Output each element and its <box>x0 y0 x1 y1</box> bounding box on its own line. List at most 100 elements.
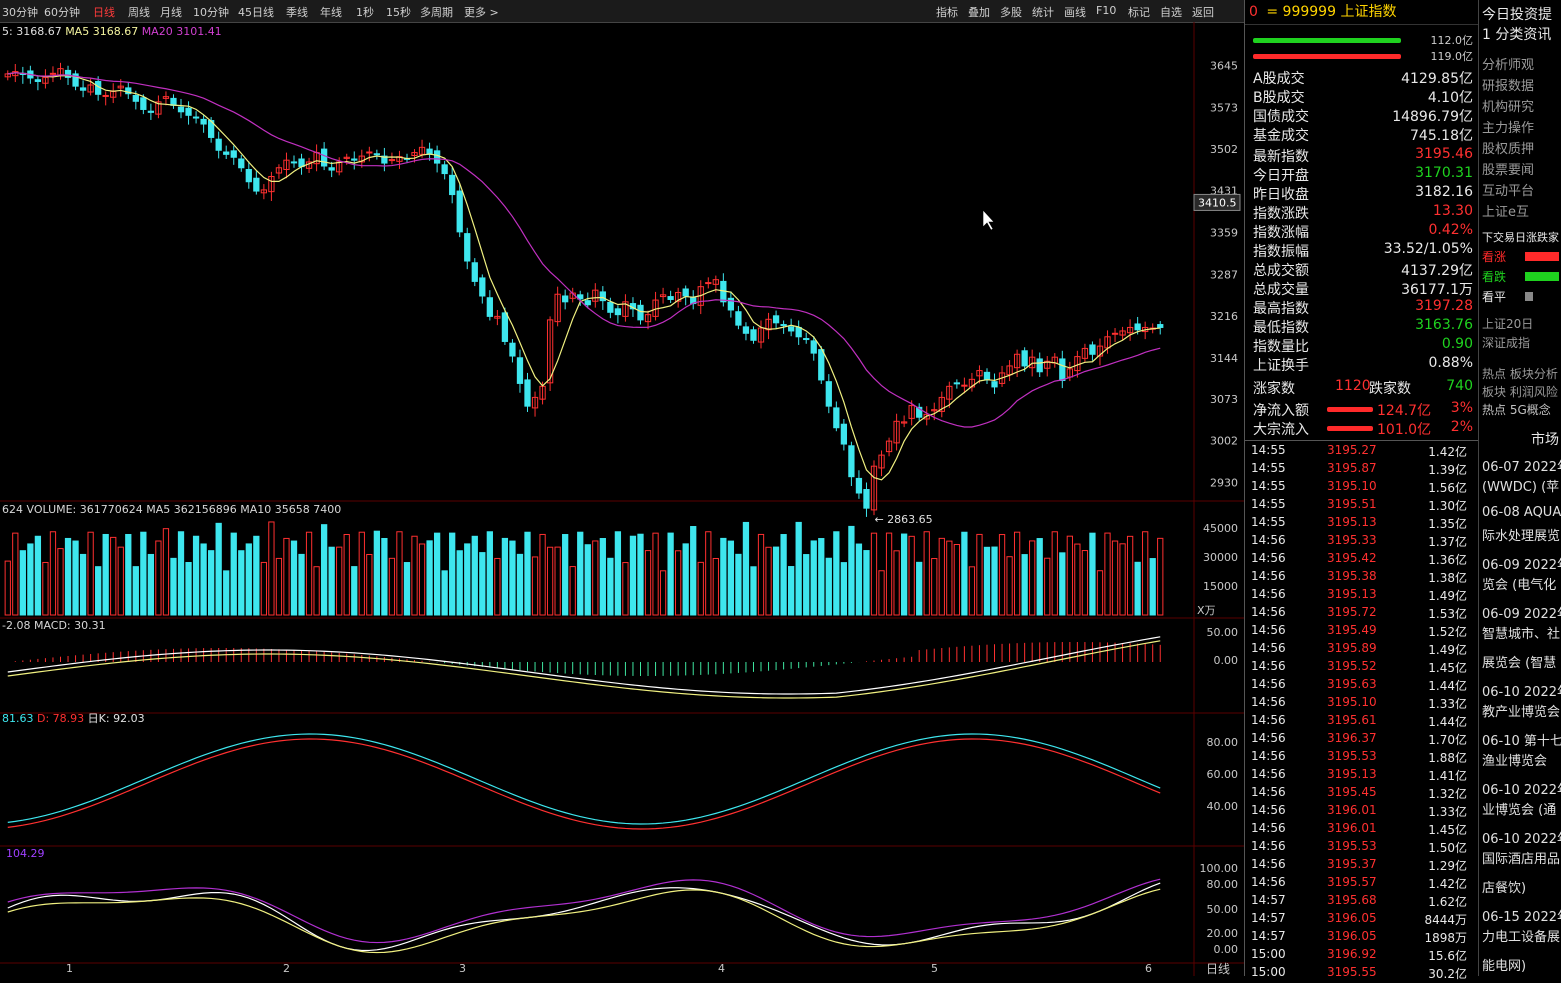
tool-button[interactable]: 叠加 <box>968 4 990 20</box>
candle-body <box>584 300 591 306</box>
news-text[interactable]: 研报数据 <box>1482 75 1534 94</box>
kline-chart-area[interactable]: 5: 3168.67 MA5 3168.67 MA20 3101.41 3645 3… <box>0 22 1244 976</box>
volume-tick: 30000 <box>1203 551 1238 564</box>
news-text[interactable]: 下交易日涨跌家 <box>1482 229 1559 245</box>
tick-price: 3195.72 <box>1327 605 1377 619</box>
news-text[interactable]: 1 分类资讯 <box>1482 24 1551 44</box>
news-text[interactable]: 06-15 2022年 <box>1482 906 1561 925</box>
tool-button[interactable]: F10 <box>1096 4 1116 17</box>
quote-header[interactable]: 0 = 999999 上证指数 <box>1245 0 1479 25</box>
volume-bar <box>1051 531 1058 616</box>
period-tab[interactable]: 季线 <box>286 4 308 20</box>
news-text[interactable]: 看涨 <box>1482 248 1506 265</box>
news-text[interactable]: 06-09 2022年 <box>1482 554 1561 573</box>
volume-bar <box>720 537 727 616</box>
tick-time: 14:56 <box>1251 695 1286 709</box>
news-text[interactable]: 业博览会 (通 <box>1482 799 1556 818</box>
news-text[interactable]: 板块 利润风险 <box>1482 383 1558 400</box>
tick-volume: 1898万 <box>1424 931 1467 945</box>
news-text[interactable]: 览会 (电气化 <box>1482 574 1556 593</box>
tick-volume: 1.32亿 <box>1428 787 1467 801</box>
volume-bar <box>900 533 908 616</box>
quote-row: 最新指数 3195.46 <box>1253 146 1473 165</box>
period-tab[interactable]: 多周期 <box>420 4 453 20</box>
quote-row: 指数涨跌 13.30 <box>1253 203 1473 222</box>
x-axis-tick: 3 <box>459 962 466 975</box>
news-text[interactable]: 店餐饮) <box>1482 877 1526 896</box>
price-tick: 3073 <box>1210 393 1238 406</box>
candle-body <box>983 371 991 381</box>
news-text[interactable]: 教产业博览会 <box>1482 701 1560 720</box>
news-text[interactable]: 机构研究 <box>1482 96 1534 115</box>
news-text[interactable]: 力电工设备展 <box>1482 926 1560 945</box>
news-text[interactable]: 看平 <box>1482 288 1506 305</box>
news-text[interactable]: 热点 板块分析 <box>1482 365 1558 382</box>
tick-row: 14:56 3195.63 1.44亿 <box>1251 677 1473 695</box>
news-text[interactable]: 国际酒店用品 <box>1482 848 1560 867</box>
macd-tick: 50.00 <box>1207 626 1239 639</box>
quote-key: 昨日收盘 <box>1253 187 1309 203</box>
period-tab[interactable]: 年线 <box>320 4 342 20</box>
news-text[interactable]: 能电网) <box>1482 955 1526 974</box>
news-text[interactable]: 深证成指 <box>1482 334 1530 351</box>
news-text[interactable]: 智慧城市、社 <box>1482 623 1560 642</box>
news-text[interactable]: 热点 5G概念 <box>1482 401 1551 418</box>
ma5-line <box>7 72 1161 481</box>
period-tab[interactable]: 60分钟 <box>44 4 80 20</box>
tool-button[interactable]: 标记 <box>1128 4 1150 20</box>
volume-bar <box>34 535 42 616</box>
news-text[interactable]: 上证e互 <box>1482 201 1529 220</box>
tick-volume: 1.88亿 <box>1428 751 1467 765</box>
news-text[interactable]: 06-10 2022年 <box>1482 779 1561 798</box>
period-tab[interactable]: 15秒 <box>386 4 411 20</box>
news-text[interactable]: 06-08 AQUA <box>1482 505 1561 520</box>
period-tab[interactable]: 10分钟 <box>193 4 229 20</box>
period-tab[interactable]: 周线 <box>128 4 150 20</box>
news-text[interactable]: 06-07 2022年 <box>1482 456 1561 475</box>
tool-button[interactable]: 指标 <box>936 4 958 20</box>
tick-price: 3195.49 <box>1327 623 1377 637</box>
news-text[interactable]: 今日投资提 <box>1482 4 1552 24</box>
volume-bar <box>336 546 343 616</box>
tool-button[interactable]: 返回 <box>1192 4 1214 20</box>
period-tab[interactable]: 30分钟 <box>2 4 38 20</box>
news-text[interactable]: 渔业博览会 <box>1482 750 1547 769</box>
news-text[interactable]: 市场 <box>1531 429 1559 449</box>
tool-button[interactable]: 多股 <box>1000 4 1022 20</box>
news-text[interactable]: 上证20日 <box>1482 315 1533 332</box>
tool-button[interactable]: 统计 <box>1032 4 1054 20</box>
candle-body <box>140 97 147 110</box>
kline-chart-svg[interactable]: 5: 3168.67 MA5 3168.67 MA20 3101.4136453… <box>0 22 1244 976</box>
volume-bar <box>441 570 448 616</box>
tool-button[interactable]: 画线 <box>1064 4 1086 20</box>
news-text[interactable]: 股票要闻 <box>1482 159 1534 178</box>
news-text[interactable]: 互动平台 <box>1482 180 1534 199</box>
period-tab[interactable]: 日线 <box>93 4 115 20</box>
news-text[interactable]: 展览会 (智慧 <box>1482 652 1556 671</box>
news-text[interactable]: 06-10 2022年 <box>1482 681 1561 700</box>
volume-bar <box>923 531 930 616</box>
news-text[interactable]: 06-10 2022年 <box>1482 828 1561 847</box>
news-text[interactable]: 股权质押 <box>1482 138 1534 157</box>
news-text[interactable]: 分析师观 <box>1482 54 1534 73</box>
period-tab[interactable]: 45日线 <box>238 4 274 20</box>
quote-row: 国债成交 14896.79亿 <box>1253 106 1473 125</box>
volume-bar <box>562 534 569 616</box>
news-text[interactable]: 06-10 第十七 <box>1482 730 1561 749</box>
volume-bar <box>223 570 230 616</box>
period-tab[interactable]: 1秒 <box>356 4 374 20</box>
volume-bar <box>381 537 388 616</box>
tool-button[interactable]: 自选 <box>1160 4 1182 20</box>
news-text[interactable]: (WWDC) (苹 <box>1482 476 1559 495</box>
news-text[interactable]: 06-09 2022年 <box>1482 603 1561 622</box>
period-tab[interactable]: 月线 <box>160 4 182 20</box>
news-text[interactable]: 主力操作 <box>1482 117 1534 136</box>
candle-body <box>833 407 840 429</box>
news-text[interactable]: 际水处理展览 <box>1482 525 1560 544</box>
volume-bar <box>998 534 1006 616</box>
news-text[interactable]: 看跌 <box>1482 268 1506 285</box>
volume-bar <box>132 566 139 616</box>
candle-body <box>735 311 742 326</box>
price-tick: 3216 <box>1210 310 1238 323</box>
period-tab[interactable]: 更多 > <box>464 4 499 20</box>
